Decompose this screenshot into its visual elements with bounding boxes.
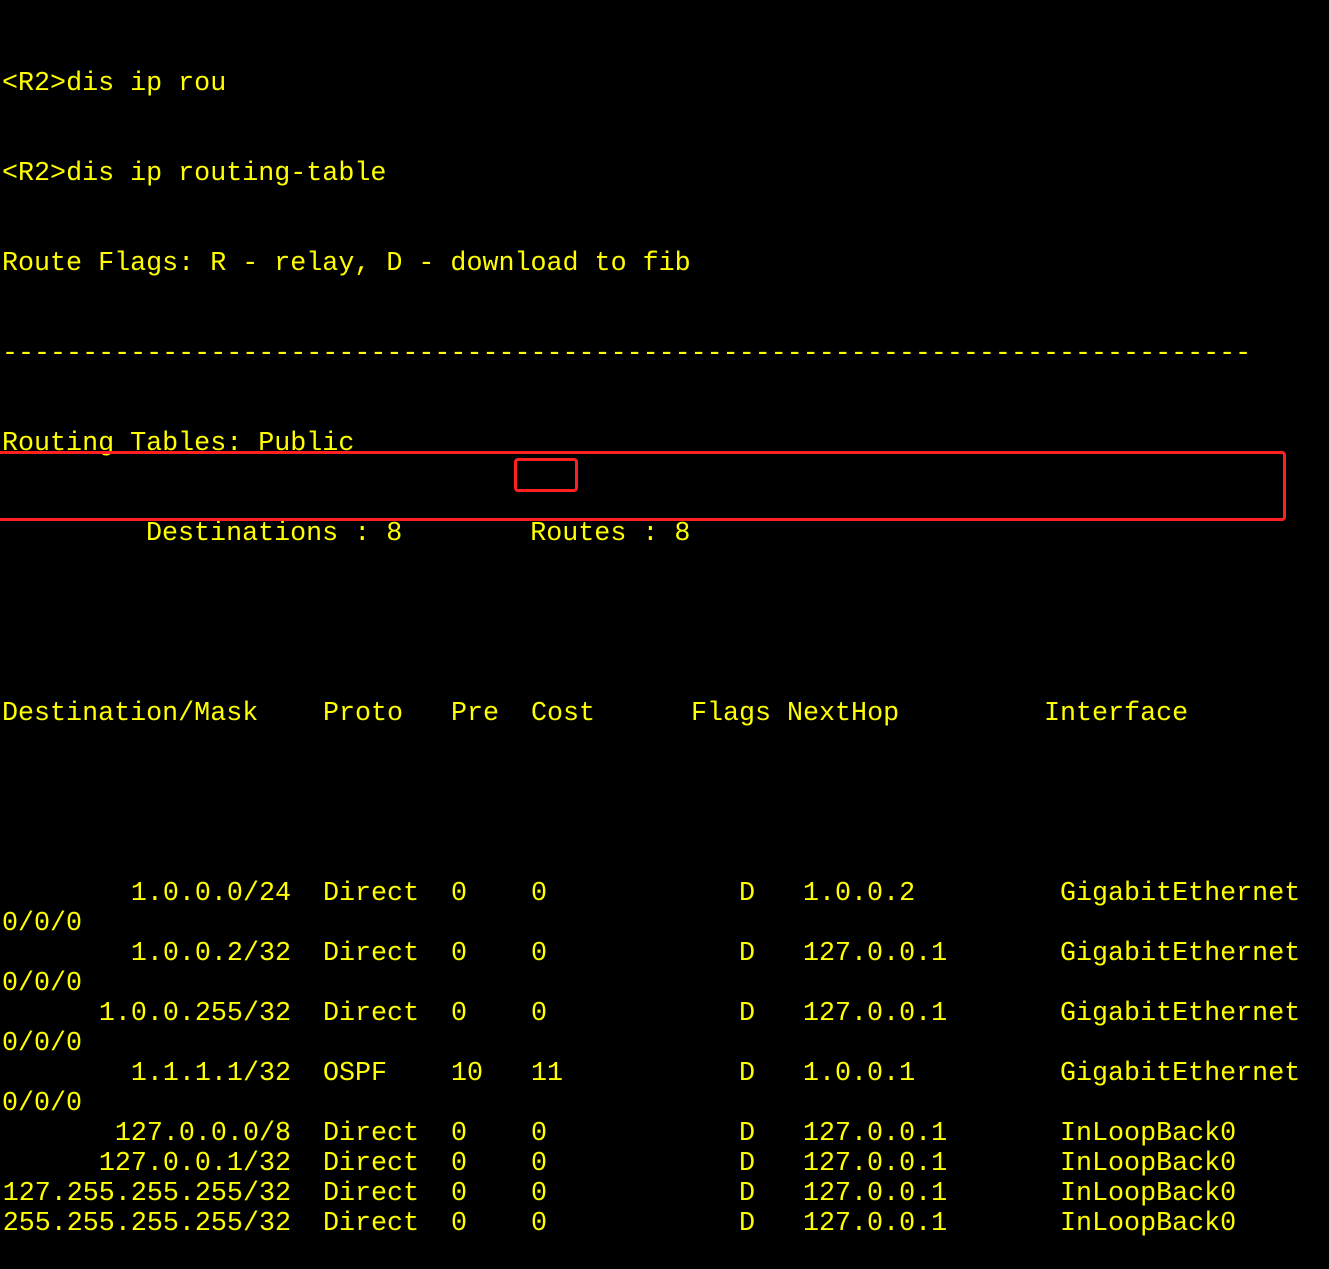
route-interface: GigabitEthernet (1060, 879, 1301, 909)
route-flags: D (739, 1209, 756, 1239)
route-cost: 0 (531, 939, 548, 969)
route-pre: 0 (451, 1149, 468, 1179)
route-cost: 0 (531, 1209, 548, 1239)
flags-legend: Route Flags: R - relay, D - download to … (2, 249, 691, 279)
route-proto: Direct (323, 1179, 420, 1209)
route-nexthop: 1.0.0.1 (803, 1059, 916, 1089)
route-cost: 0 (531, 1149, 548, 1179)
route-pre: 0 (451, 1119, 468, 1149)
route-flags: D (739, 999, 756, 1029)
route-table: 1.0.0.0/24 Direct 0 0 D 1.0.0.2 GigabitEtherne… (2, 879, 1300, 1239)
route-proto: Direct (323, 1149, 420, 1179)
command-text: dis ip rou (66, 69, 227, 99)
route-destination: 127.0.0.0/8 (114, 1119, 291, 1149)
destinations-count: Destinations : 8 (146, 519, 403, 549)
route-flags: D (739, 1119, 756, 1149)
route-proto: OSPF (323, 1059, 388, 1089)
route-pre: 0 (451, 1179, 468, 1209)
route-flags: D (739, 879, 756, 909)
prompt: <R2> (2, 159, 67, 189)
route-cost: 0 (531, 879, 548, 909)
route-cost: 0 (531, 1119, 548, 1149)
route-destination: 255.255.255.255/32 (2, 1209, 291, 1239)
summary-line: Destinations : 8 Routes : 8 (2, 519, 1300, 549)
route-pre: 10 (451, 1059, 484, 1089)
header-destination: Destination/Mask (2, 699, 259, 729)
route-row: 255.255.255.255/32 Direct 0 0 D 127.0.0.1 InLo… (2, 1209, 1300, 1239)
route-destination: 127.0.0.1/32 (98, 1149, 291, 1179)
header-nexthop: NextHop (787, 699, 900, 729)
route-row: 1.0.0.255/32 Direct 0 0 D 127.0.0.1 GigabitEth… (2, 999, 1300, 1029)
route-row: 1.0.0.2/32 Direct 0 0 D 127.0.0.1 GigabitEther… (2, 939, 1300, 969)
route-interface: GigabitEthernet (1060, 999, 1301, 1029)
table-header: Destination/Mask Proto Pre Cost Flags NextHop… (2, 699, 1300, 729)
route-nexthop: 1.0.0.2 (803, 879, 916, 909)
highlight-box-ospf-route (0, 451, 1286, 521)
route-interface: InLoopBack0 (1060, 1119, 1237, 1149)
routes-count: Routes : 8 (530, 519, 691, 549)
header-cost: Cost (531, 699, 596, 729)
command-text: dis ip routing-table (66, 159, 387, 189)
route-proto: Direct (323, 879, 420, 909)
route-pre: 0 (451, 1209, 468, 1239)
route-interface-continuation: 0/0/0 (2, 909, 83, 939)
route-interface-continuation: 0/0/0 (2, 969, 83, 999)
route-interface-continuation: 0/0/0 (2, 1089, 83, 1119)
route-nexthop: 127.0.0.1 (803, 1149, 948, 1179)
header-pre: Pre (451, 699, 500, 729)
route-row-highlighted: 1.1.1.1/32 OSPF 10 11 D 1.0.0.1 GigabitEtherne… (2, 1059, 1300, 1089)
command-line-2: <R2>dis ip routing-table (2, 159, 1300, 189)
route-nexthop: 127.0.0.1 (803, 999, 948, 1029)
route-interface: InLoopBack0 (1060, 1149, 1237, 1179)
route-interface: GigabitEthernet (1060, 1059, 1301, 1089)
route-row: 1.0.0.0/24 Direct 0 0 D 1.0.0.2 GigabitEtherne… (2, 879, 1300, 909)
route-destination: 127.255.255.255/32 (2, 1179, 291, 1209)
header-proto: Proto (323, 699, 404, 729)
route-nexthop: 127.0.0.1 (803, 939, 948, 969)
route-cost: 0 (531, 1179, 548, 1209)
route-interface-continuation: 0/0/0 (2, 1029, 83, 1059)
separator-line: ----------------------------------------… (2, 339, 1252, 369)
route-cost: 0 (531, 999, 548, 1029)
prompt: <R2> (2, 69, 67, 99)
route-row: 127.0.0.1/32 Direct 0 0 D 127.0.0.1 InLoopBack… (2, 1149, 1300, 1179)
terminal-output[interactable]: <R2>dis ip rou <R2>dis ip routing-table … (2, 9, 1300, 1269)
route-interface: InLoopBack0 (1060, 1209, 1237, 1239)
route-pre: 0 (451, 879, 468, 909)
route-proto: Direct (323, 1209, 420, 1239)
route-row: 127.255.255.255/32 Direct 0 0 D 127.0.0.1 InLo… (2, 1179, 1300, 1209)
route-row: 127.0.0.0/8 Direct 0 0 D 127.0.0.1 InLoopBack0 (2, 1119, 1300, 1149)
route-pre: 0 (451, 939, 468, 969)
route-flags: D (739, 1149, 756, 1179)
route-destination: 1.0.0.2/32 (130, 939, 291, 969)
route-interface: GigabitEthernet (1060, 939, 1301, 969)
route-proto: Direct (323, 939, 420, 969)
highlight-box-cost (514, 458, 578, 492)
route-cost: 11 (531, 1059, 564, 1089)
header-flags: Flags (691, 699, 772, 729)
header-interface: Interface (1044, 699, 1189, 729)
route-proto: Direct (323, 999, 420, 1029)
route-pre: 0 (451, 999, 468, 1029)
route-proto: Direct (323, 1119, 420, 1149)
route-destination: 1.1.1.1/32 (130, 1059, 291, 1089)
route-nexthop: 127.0.0.1 (803, 1119, 948, 1149)
route-flags: D (739, 1179, 756, 1209)
route-flags: D (739, 1059, 756, 1089)
route-flags: D (739, 939, 756, 969)
command-line-1: <R2>dis ip rou (2, 69, 1300, 99)
route-interface: InLoopBack0 (1060, 1179, 1237, 1209)
route-nexthop: 127.0.0.1 (803, 1209, 948, 1239)
route-destination: 1.0.0.255/32 (98, 999, 291, 1029)
route-nexthop: 127.0.0.1 (803, 1179, 948, 1209)
route-destination: 1.0.0.0/24 (130, 879, 291, 909)
